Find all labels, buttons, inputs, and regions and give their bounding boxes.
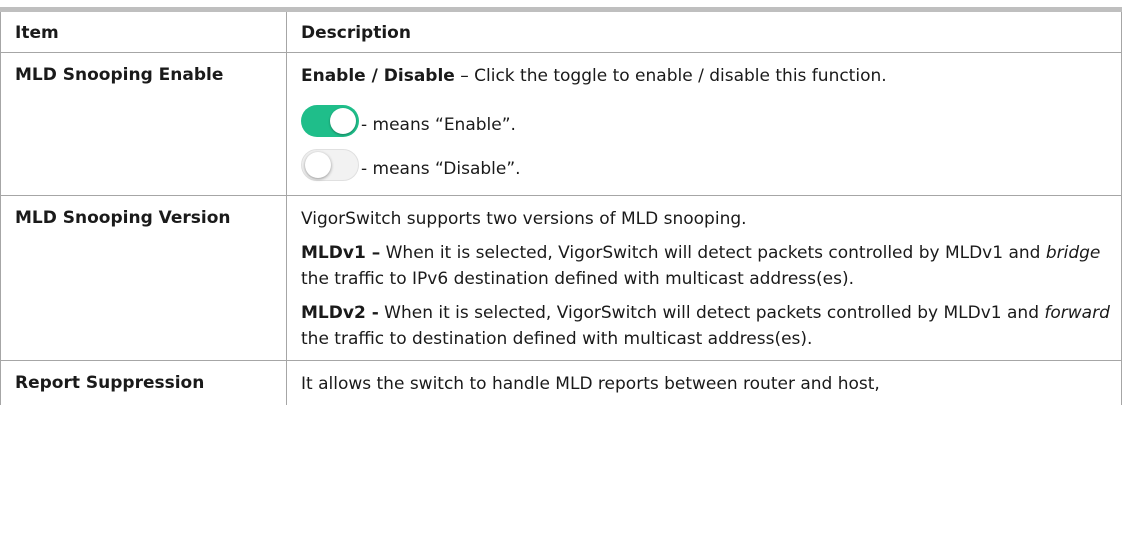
mldv2-text-b: the traffic to destination defined with … xyxy=(301,329,813,349)
table-row: MLD Snooping Enable Enable / Disable – C… xyxy=(0,52,1122,196)
mldv2-term: MLDv2 - xyxy=(301,303,379,323)
toggle-off-icon xyxy=(301,149,359,181)
enable-disable-term: Enable / Disable xyxy=(301,66,455,86)
enable-paragraph: Enable / Disable – Click the toggle to e… xyxy=(301,63,1111,89)
header-item: Item xyxy=(0,7,287,53)
item-mld-snooping-enable: MLD Snooping Enable xyxy=(0,52,287,196)
table-row: MLD Snooping Version VigorSwitch support… xyxy=(0,195,1122,361)
description-report-suppression: It allows the switch to handle MLD repor… xyxy=(286,360,1122,405)
enable-disable-text: – Click the toggle to enable / disable t… xyxy=(454,66,887,86)
version-intro: VigorSwitch supports two versions of MLD… xyxy=(301,209,747,229)
item-mld-snooping-version: MLD Snooping Version xyxy=(0,195,287,361)
mldv1-text-b: the traffic to IPv6 destination defined … xyxy=(301,269,854,289)
mldv2-paragraph: MLDv2 - When it is selected, VigorSwitch… xyxy=(301,300,1111,352)
mldv2-italic: forward xyxy=(1044,303,1110,323)
mldv2-text-a: When it is selected, VigorSwitch will de… xyxy=(378,303,1045,323)
toggle-on-line: - means “Enable”. xyxy=(301,97,1111,137)
table-row: Report Suppression It allows the switch … xyxy=(0,360,1122,405)
header-description: Description xyxy=(286,7,1122,53)
description-mld-snooping-version: VigorSwitch supports two versions of MLD… xyxy=(286,195,1122,361)
item-report-suppression: Report Suppression xyxy=(0,360,287,405)
mldv1-italic: bridge xyxy=(1045,243,1101,263)
description-table: Item Description MLD Snooping Enable Ena… xyxy=(0,7,1122,405)
toggle-on-icon xyxy=(301,105,359,137)
toggle-off-line: - means “Disable”. xyxy=(301,141,1111,181)
mldv1-term: MLDv1 – xyxy=(301,243,381,263)
mldv1-text-a: When it is selected, VigorSwitch will de… xyxy=(380,243,1046,263)
report-paragraph: It allows the switch to handle MLD repor… xyxy=(301,374,880,394)
mldv1-paragraph: MLDv1 – When it is selected, VigorSwitch… xyxy=(301,240,1111,292)
table-header-row: Item Description xyxy=(0,7,1122,53)
toggle-on-text: - means “Enable”. xyxy=(361,115,516,135)
toggle-off-text: - means “Disable”. xyxy=(361,159,521,179)
description-mld-snooping-enable: Enable / Disable – Click the toggle to e… xyxy=(286,52,1122,196)
